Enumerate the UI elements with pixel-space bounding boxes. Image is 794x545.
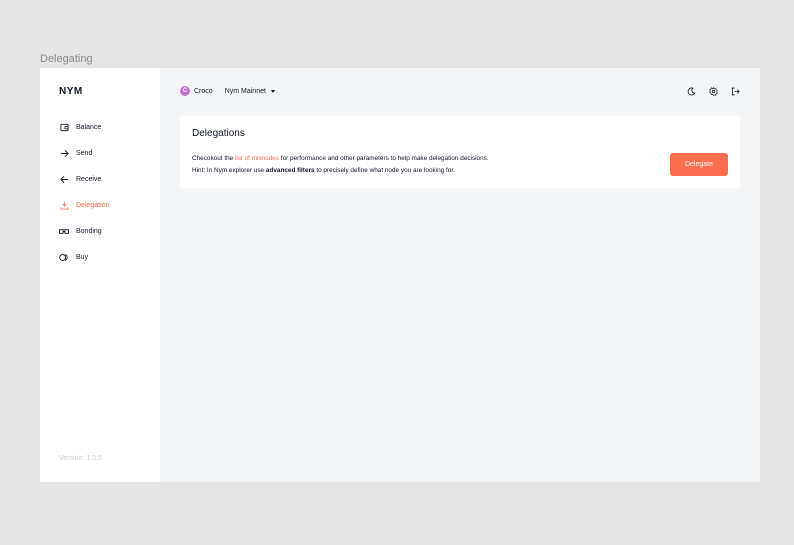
delegate-icon: [59, 200, 69, 210]
advanced-filters-text: advanced filters: [265, 167, 315, 174]
delegate-button[interactable]: Delegate: [670, 153, 728, 176]
username: Croco: [194, 87, 213, 95]
topbar: C Croco Nym Mainnet: [180, 84, 740, 98]
description-line-2: Hint: In Nym explorer use advanced filte…: [192, 165, 489, 177]
avatar[interactable]: C: [180, 86, 190, 96]
description-line-1: Checokout the list of mixnodes for perfo…: [192, 153, 489, 165]
settings-icon[interactable]: [708, 86, 718, 96]
mixnodes-link[interactable]: list of mixnodes: [235, 155, 279, 162]
delegations-card: Delegations Checokout the list of mixnod…: [180, 116, 740, 188]
sidebar-item-receive[interactable]: Receive: [59, 166, 109, 192]
arrow-right-icon: [59, 148, 69, 158]
sidebar-item-bonding[interactable]: Bonding: [59, 218, 109, 244]
version-label: Version: 1.0.5: [59, 455, 102, 462]
bonding-icon: [59, 226, 69, 236]
text-segment: to precisely define what node you are lo…: [314, 167, 455, 174]
text-segment: Hint: In Nym explorer use: [192, 167, 266, 174]
coins-icon: [59, 252, 69, 262]
sidebar-item-label: Bonding: [76, 227, 102, 235]
sidebar-item-delegation[interactable]: Delegation: [59, 192, 109, 218]
main-content: C Croco Nym Mainnet Delegations Checokou…: [160, 68, 760, 482]
sidebar-item-label: Receive: [76, 175, 102, 183]
sidebar: NYM Balance Send Receive Delegation Bond…: [40, 68, 160, 482]
sidebar-item-label: Send: [76, 149, 93, 157]
network-label: Nym Mainnet: [224, 87, 266, 95]
card-title: Delegations: [192, 128, 245, 139]
sidebar-item-label: Balance: [76, 123, 102, 131]
text-segment: for performance and other parameters to …: [279, 155, 489, 162]
nym-logo: NYM: [59, 86, 83, 97]
moon-icon[interactable]: [686, 86, 696, 96]
sidebar-item-label: Buy: [76, 253, 89, 261]
wallet-app: NYM Balance Send Receive Delegation Bond…: [40, 68, 760, 482]
sidebar-item-label: Delegation: [76, 201, 110, 209]
sidebar-item-buy[interactable]: Buy: [59, 244, 109, 270]
text-segment: Checokout the: [192, 155, 235, 162]
card-description: Checokout the list of mixnodes for perfo…: [192, 153, 489, 177]
sidebar-item-send[interactable]: Send: [59, 140, 109, 166]
arrow-left-icon: [59, 174, 69, 184]
chevron-down-icon: [270, 89, 275, 93]
network-selector[interactable]: Nym Mainnet: [225, 88, 275, 95]
sidebar-nav: Balance Send Receive Delegation Bonding …: [59, 114, 109, 270]
topbar-actions: [686, 86, 740, 96]
logout-icon[interactable]: [730, 86, 740, 96]
sidebar-item-balance[interactable]: Balance: [59, 114, 109, 140]
frame-label: Delegating: [40, 53, 93, 65]
wallet-icon: [59, 122, 69, 132]
